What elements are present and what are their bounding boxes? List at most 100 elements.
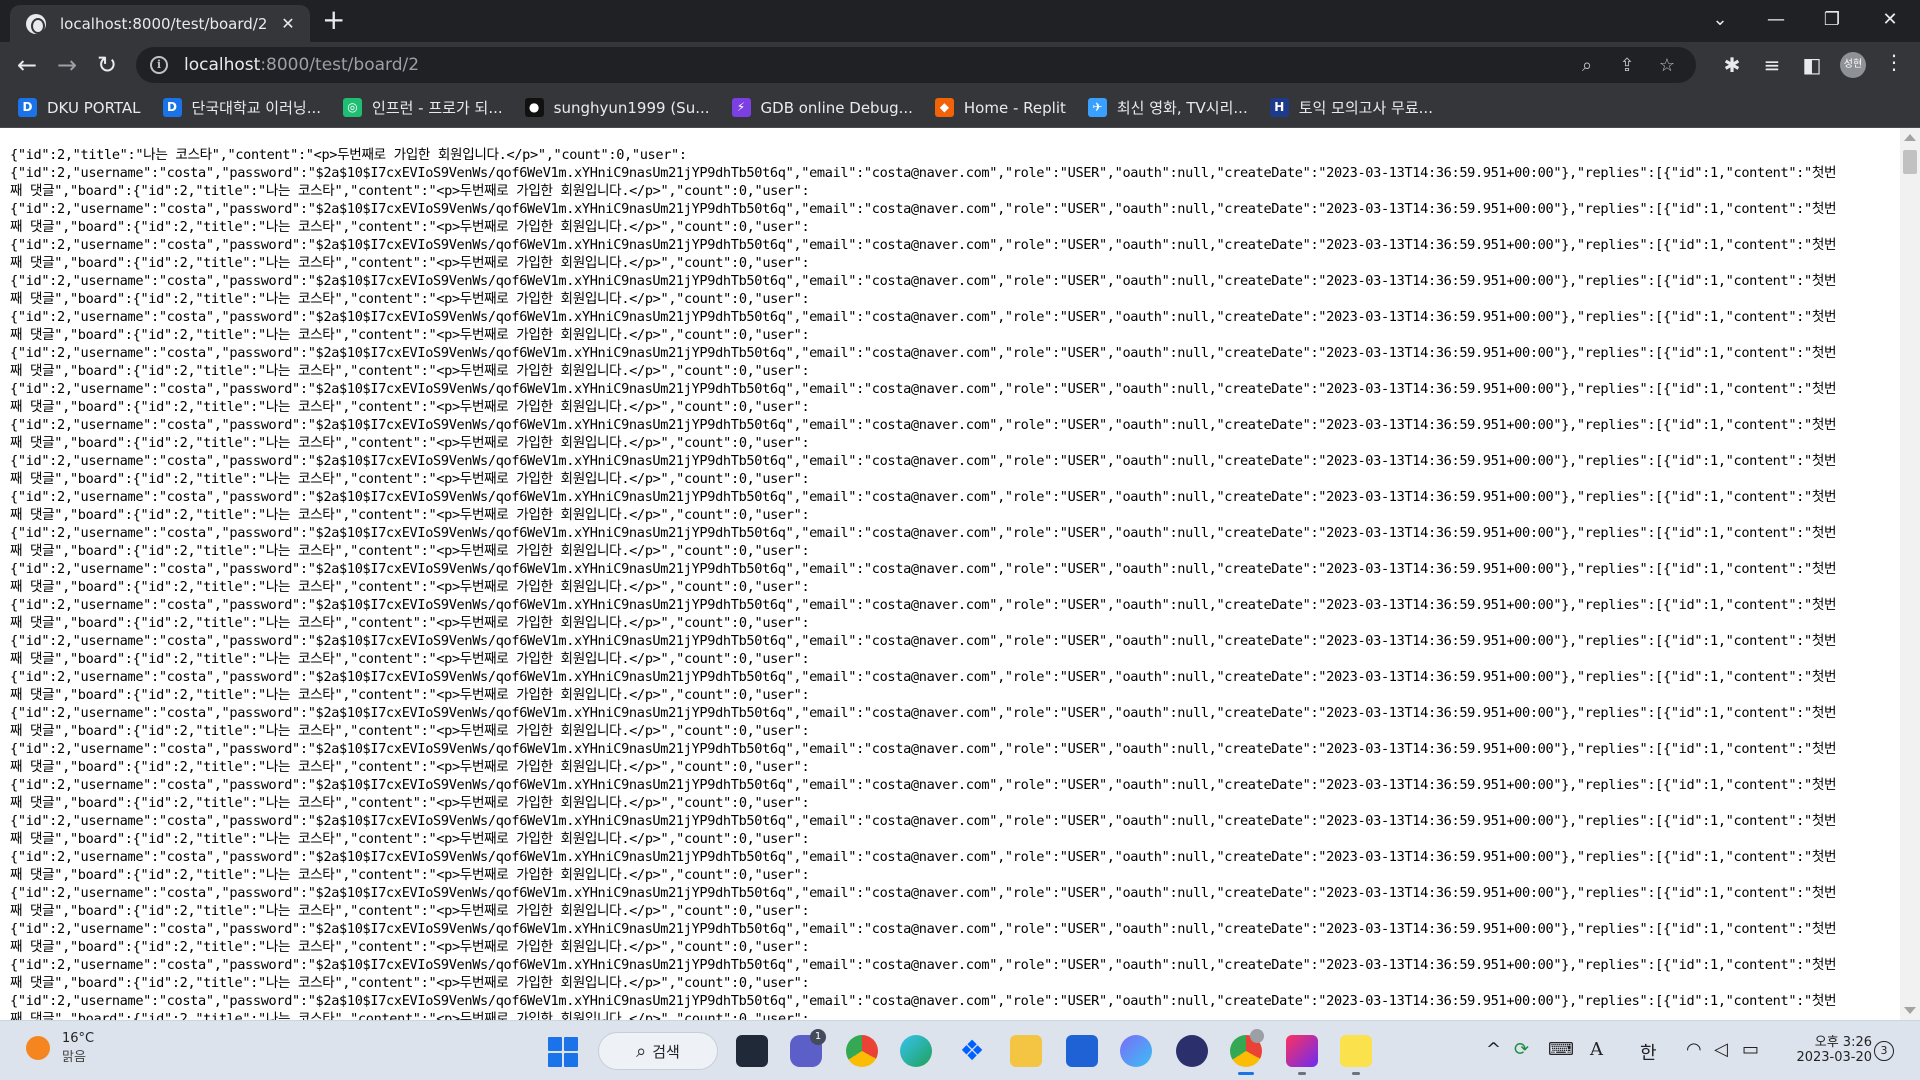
json-repeated-lines: {"id":2,"username":"costa","password":"$… — [10, 164, 1900, 1020]
sun-icon — [26, 1036, 50, 1060]
json-line: {"id":2,"username":"costa","password":"$… — [10, 561, 1837, 577]
teams-chat-icon[interactable]: 1 — [790, 1029, 826, 1067]
bookmark-item[interactable]: D DKU PORTAL — [18, 98, 141, 117]
json-line: {"id":2,"username":"costa","password":"$… — [10, 309, 1837, 325]
task-view-icon[interactable] — [736, 1035, 768, 1067]
taskbar-search[interactable]: ⌕ 검색 — [598, 1032, 718, 1070]
json-line: 째 댓글","board":{"id":2,"title":"나는 코스타","… — [10, 543, 810, 559]
json-line: {"id":2,"username":"costa","password":"$… — [10, 669, 1837, 685]
url-text[interactable]: localhost:8000/test/board/2 — [184, 55, 1562, 75]
bookmark-label: GDB online Debug... — [760, 98, 913, 117]
bookmark-label: 단국대학교 이러닝... — [191, 99, 322, 117]
scroll-up-arrow-icon[interactable] — [1904, 134, 1916, 141]
bookmark-item[interactable]: ◆ Home - Replit — [934, 98, 1066, 117]
keyboard-icon[interactable]: ⌨ — [1548, 1039, 1574, 1060]
github-icon: ● — [524, 98, 544, 117]
menu-dots-icon[interactable]: ⋮ — [1880, 50, 1908, 74]
weather-temperature: 16°C — [62, 1031, 95, 1046]
json-line: {"id":2,"username":"costa","password":"$… — [10, 597, 1837, 613]
clock-date: 2023-03-20 — [1796, 1050, 1872, 1065]
edge-icon[interactable] — [900, 1035, 932, 1067]
scroll-down-arrow-icon[interactable] — [1904, 1007, 1916, 1014]
taskbar: 16°C 맑음 ⌕ 검색 1 ❖ ^ ⟳ ⌨ A 한 ◠ ◁ ▭ 오후 3:26… — [0, 1020, 1920, 1080]
tab-title: localhost:8000/test/board/2 — [60, 14, 268, 33]
tab-active[interactable]: localhost:8000/test/board/2 ✕ — [10, 5, 310, 42]
zoom-search-icon[interactable]: ⌕ — [1572, 55, 1602, 76]
profile-badge — [1250, 1029, 1264, 1043]
forward-button[interactable]: → — [50, 48, 84, 82]
ime-indicator[interactable]: 한 — [1640, 1039, 1657, 1065]
json-line: {"id":2,"username":"costa","password":"$… — [10, 849, 1837, 865]
running-indicator — [1298, 1072, 1306, 1075]
extensions-icon[interactable]: ✱ — [1718, 52, 1746, 78]
weather-widget[interactable]: 16°C 맑음 — [26, 1031, 94, 1065]
intellij-icon[interactable] — [1286, 1035, 1318, 1075]
bookmark-item[interactable]: D 단국대학교 이러닝... — [162, 97, 322, 118]
sync-icon[interactable]: ⟳ — [1514, 1039, 1529, 1060]
dropbox-icon[interactable]: ❖ — [956, 1035, 988, 1067]
hackers-icon: H — [1269, 98, 1289, 117]
wifi-icon[interactable]: ◠ — [1686, 1039, 1702, 1060]
json-line: {"id":2,"username":"costa","password":"$… — [10, 453, 1837, 469]
json-line: {"id":2,"title":"나는 코스타","content":"<p>두… — [10, 147, 687, 163]
notification-badge[interactable]: 3 — [1874, 1041, 1894, 1061]
bookmark-item[interactable]: ● sunghyun1999 (Su... — [524, 98, 710, 117]
file-explorer-icon[interactable] — [1010, 1035, 1042, 1067]
json-line: 째 댓글","board":{"id":2,"title":"나는 코스타","… — [10, 615, 810, 631]
volume-icon[interactable]: ◁ — [1714, 1039, 1728, 1060]
eclipse-icon[interactable] — [1176, 1035, 1208, 1067]
tray-overflow-icon[interactable]: ^ — [1486, 1039, 1501, 1060]
json-line: 째 댓글","board":{"id":2,"title":"나는 코스타","… — [10, 723, 810, 739]
movie-site-icon: ✈ — [1087, 98, 1107, 117]
copilot-icon[interactable] — [1120, 1035, 1152, 1067]
new-tab-button[interactable]: + — [322, 6, 345, 34]
clock[interactable]: 오후 3:26 2023-03-20 — [1776, 1031, 1872, 1065]
font-indicator[interactable]: A — [1590, 1039, 1603, 1060]
tab-close-button[interactable]: ✕ — [278, 14, 298, 33]
json-line: {"id":2,"username":"costa","password":"$… — [10, 777, 1837, 793]
inflearn-icon: ◎ — [343, 98, 363, 117]
address-bar[interactable]: i localhost:8000/test/board/2 ⌕ ⇪ ☆ — [136, 47, 1696, 83]
reading-list-icon[interactable]: ≡ — [1758, 52, 1786, 78]
share-icon[interactable]: ⇪ — [1612, 55, 1642, 76]
chrome-profile-icon[interactable] — [1230, 1029, 1264, 1075]
json-line: 째 댓글","board":{"id":2,"title":"나는 코스타","… — [10, 507, 810, 523]
url-host: localhost — [184, 55, 261, 75]
bookmark-star-icon[interactable]: ☆ — [1652, 55, 1682, 76]
start-button[interactable] — [548, 1037, 578, 1067]
restore-button[interactable]: ❐ — [1812, 4, 1852, 36]
site-info-icon[interactable]: i — [150, 56, 168, 74]
replit-icon: ◆ — [934, 98, 954, 117]
globe-icon — [26, 13, 46, 34]
side-panel-icon[interactable]: ◧ — [1798, 52, 1826, 78]
weather-description: 맑음 — [62, 1050, 86, 1065]
json-line: 째 댓글","board":{"id":2,"title":"나는 코스타","… — [10, 219, 810, 235]
bookmark-label: sunghyun1999 (Su... — [553, 98, 710, 117]
microsoft-store-icon[interactable] — [1066, 1035, 1098, 1067]
json-line: {"id":2,"username":"costa","password":"$… — [10, 345, 1837, 361]
json-line: 째 댓글","board":{"id":2,"title":"나는 코스타","… — [10, 687, 810, 703]
sticky-notes-icon[interactable] — [1340, 1035, 1372, 1075]
json-line: {"id":2,"username":"costa","password":"$… — [10, 165, 1837, 181]
bookmark-item[interactable]: ✈ 최신 영화, TV시리... — [1087, 97, 1248, 118]
json-line: {"id":2,"username":"costa","password":"$… — [10, 381, 1837, 397]
json-line: 째 댓글","board":{"id":2,"title":"나는 코스타","… — [10, 255, 810, 271]
minimize-button[interactable]: — — [1756, 4, 1796, 36]
vertical-scrollbar[interactable] — [1900, 128, 1920, 1020]
scrollbar-thumb[interactable] — [1903, 150, 1917, 174]
json-line: 째 댓글","board":{"id":2,"title":"나는 코스타","… — [10, 471, 810, 487]
bookmark-item[interactable]: H 토익 모의고사 무료... — [1269, 97, 1433, 118]
bookmark-item[interactable]: ◎ 인프런 - 프로가 되... — [343, 97, 503, 118]
back-button[interactable]: ← — [10, 48, 44, 82]
bookmark-label: 토익 모의고사 무료... — [1298, 99, 1433, 117]
bookmark-label: Home - Replit — [963, 98, 1066, 117]
json-line: {"id":2,"username":"costa","password":"$… — [10, 201, 1837, 217]
battery-icon[interactable]: ▭ — [1742, 1039, 1759, 1060]
bookmark-item[interactable]: ⚡ GDB online Debug... — [731, 98, 913, 117]
window-close-button[interactable]: ✕ — [1870, 4, 1910, 36]
chrome-icon[interactable] — [846, 1035, 878, 1067]
json-line: {"id":2,"username":"costa","password":"$… — [10, 813, 1837, 829]
profile-avatar[interactable]: 성현 — [1840, 52, 1866, 78]
tab-search-button[interactable]: ⌄ — [1700, 4, 1740, 36]
reload-button[interactable]: ↻ — [90, 48, 124, 82]
